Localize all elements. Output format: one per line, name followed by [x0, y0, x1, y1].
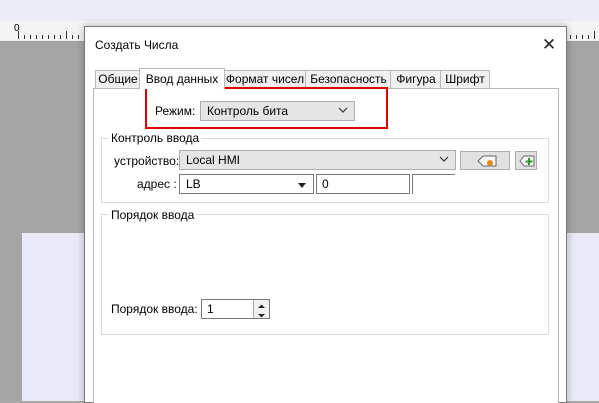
dialog-titlebar: Создать Числа ✕	[85, 27, 566, 63]
ruler-tick	[24, 35, 25, 39]
ruler-tick	[66, 31, 67, 39]
input-order-label: Порядок ввода:	[111, 302, 198, 316]
mode-label: Режим:	[155, 104, 196, 118]
ruler-tick	[36, 35, 37, 39]
arrow-down-icon	[258, 314, 265, 318]
ruler-tick	[42, 35, 43, 39]
tab-data-entry[interactable]: Ввод данных	[139, 68, 225, 89]
device-label: устройство:	[114, 154, 180, 168]
ruler-tick	[72, 35, 73, 39]
address-type-value: LB	[186, 177, 201, 191]
ruler-tick	[582, 35, 583, 39]
address-input[interactable]: 0	[316, 174, 410, 194]
ruler-tick	[78, 35, 79, 39]
device-select[interactable]: Local HMI	[179, 150, 456, 170]
ruler-tick	[30, 35, 31, 39]
address-input-value: 0	[322, 177, 329, 191]
ruler-tick	[54, 35, 55, 39]
ruler-tick	[576, 35, 577, 39]
address-type-select[interactable]: LB	[179, 174, 314, 194]
input-order-stepper[interactable]: 1	[201, 299, 270, 319]
caret-down-icon	[297, 179, 307, 193]
tab-security[interactable]: Безопасность	[305, 70, 392, 88]
ruler-tick	[588, 35, 589, 39]
address-label: адрес :	[137, 177, 177, 191]
chevron-down-icon	[338, 104, 348, 119]
top-toolbar-strip	[0, 0, 599, 22]
ruler-tick	[60, 35, 61, 39]
tab-shape[interactable]: Фигура	[390, 70, 442, 88]
tab-number-format[interactable]: Формат чисел	[223, 70, 307, 88]
mode-select[interactable]: Контроль бита	[200, 101, 355, 121]
add-device-icon	[518, 154, 536, 171]
input-control-group-title: Контроль ввода	[109, 131, 202, 145]
close-icon[interactable]: ✕	[537, 33, 561, 57]
chevron-down-icon	[439, 153, 449, 168]
stepper-down-button[interactable]	[253, 309, 269, 318]
address-extra-field	[412, 174, 455, 194]
input-order-group	[101, 214, 549, 335]
device-tag-icon	[476, 154, 498, 171]
input-order-group-title: Порядок ввода	[109, 208, 197, 222]
ruler-tick	[18, 31, 19, 39]
tab-font[interactable]: Шрифт	[440, 70, 490, 88]
dialog-title: Создать Числа	[95, 38, 179, 52]
tab-strip: Общие Ввод данных Формат чисел Безопасно…	[93, 68, 558, 89]
device-settings-button[interactable]	[460, 151, 510, 170]
input-order-value: 1	[207, 302, 214, 316]
ruler-tick	[48, 35, 49, 39]
ruler-tick	[570, 35, 571, 39]
device-select-value: Local HMI	[186, 153, 241, 167]
mode-select-value: Контроль бита	[207, 104, 289, 118]
ruler-tick	[594, 31, 595, 39]
add-device-button[interactable]	[515, 151, 537, 170]
tab-general[interactable]: Общие	[95, 70, 141, 88]
